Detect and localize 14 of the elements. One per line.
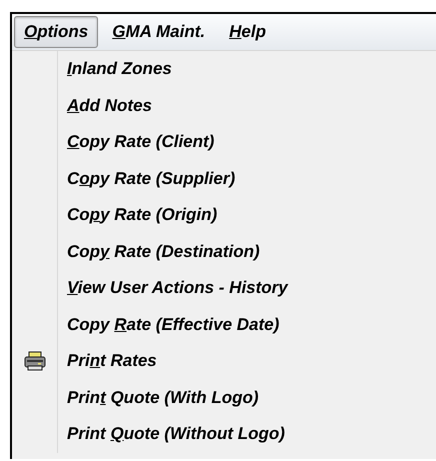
menu-item[interactable]: Print Quote (With Logo): [12, 380, 436, 416]
menu-bar-item[interactable]: Options: [14, 16, 98, 48]
menu-item[interactable]: Print Rates: [12, 343, 436, 380]
menu-item[interactable]: Copy Rate (Supplier): [12, 160, 436, 197]
menu-item[interactable]: Inland Zones: [12, 51, 436, 88]
menu-item[interactable]: View User Actions - History: [12, 270, 436, 306]
menu-item[interactable]: Copy Rate (Destination): [12, 234, 436, 270]
menu-item[interactable]: Print Quote (Without Logo): [12, 416, 436, 452]
menu-bar-item[interactable]: GMA Maint.: [102, 16, 216, 48]
menu-item[interactable]: Copy Rate (Origin): [12, 197, 436, 234]
menu-bar-item[interactable]: Help: [219, 16, 276, 48]
menu-item[interactable]: Copy Rate (Effective Date): [12, 306, 436, 343]
menu-item[interactable]: Copy Rate (Client): [12, 124, 436, 160]
menu-item[interactable]: Add Notes: [12, 88, 436, 124]
